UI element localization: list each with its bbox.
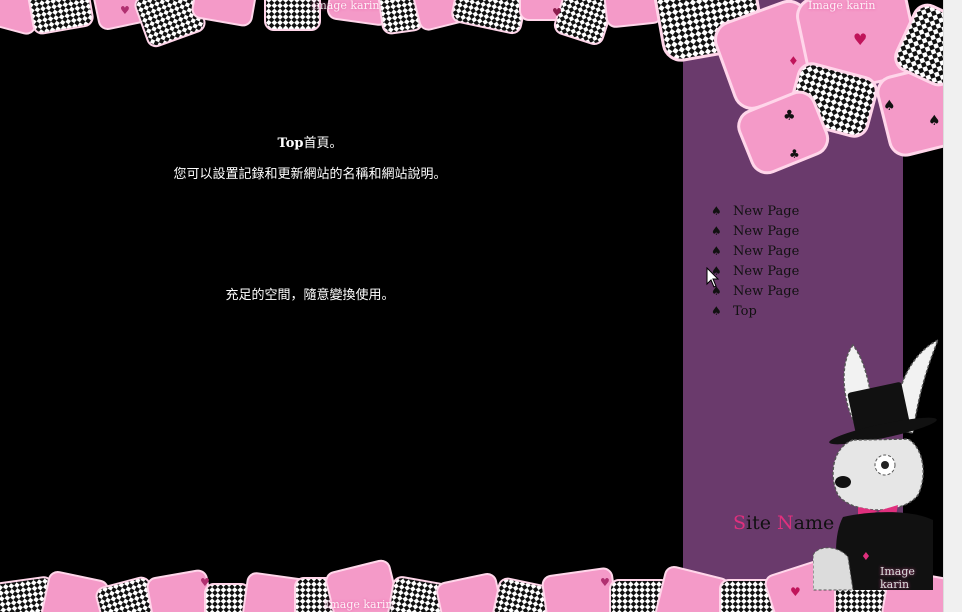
nav-item-new-page[interactable]: ♠ New Page [711, 241, 799, 261]
corner-card-cluster: ♥ ♦ ♠ ♣ ♠ ♣ [653, 0, 943, 175]
nav-item-new-page[interactable]: ♠ New Page [711, 281, 799, 301]
nav-item-label[interactable]: New Page [733, 264, 799, 279]
nav-item-label[interactable]: New Page [733, 224, 799, 239]
nav-item-top[interactable]: ♠ Top [711, 301, 799, 321]
svg-text:♥: ♥ [600, 576, 610, 589]
sidebar-nav: ♠ New Page ♠ New Page ♠ New Page ♠ New Page … [711, 201, 799, 321]
svg-text:♥: ♥ [200, 576, 210, 589]
mouse-cursor-icon [706, 267, 720, 288]
spade-icon: ♠ [711, 304, 722, 318]
rabbit-illustration: ♦ [813, 338, 940, 591]
svg-text:♥: ♥ [790, 585, 801, 599]
free-space-text: 充足的空間，隨意變換使用。 [225, 288, 395, 303]
nav-item-new-page[interactable]: ♠ New Page [711, 221, 799, 241]
svg-text:♦: ♦ [788, 54, 799, 68]
spade-icon: ♠ [711, 204, 722, 218]
nav-item-label[interactable]: New Page [733, 204, 799, 219]
svg-text:♥: ♥ [853, 30, 867, 49]
nav-item-label[interactable]: New Page [733, 244, 799, 259]
image-credit-bottom-center: Image karin [325, 598, 393, 611]
bottom-card-border: ♥ ♥ ♥ [0, 557, 943, 612]
svg-text:♥: ♥ [120, 4, 130, 17]
svg-text:♠: ♠ [928, 113, 941, 129]
nav-item-label[interactable]: Top [733, 304, 757, 319]
nav-item-new-page[interactable]: ♠ New Page [711, 261, 799, 281]
svg-text:♣: ♣ [783, 108, 796, 124]
site-name[interactable]: Site Name [733, 512, 834, 534]
image-credit-top-right: Image karin [808, 0, 876, 12]
nav-item-label[interactable]: New Page [733, 284, 799, 299]
spade-icon: ♠ [711, 224, 722, 238]
vertical-scrollbar[interactable] [943, 0, 962, 612]
svg-text:♣: ♣ [789, 147, 800, 161]
page: ♥ ♥ ♥ ♦ ♠ ♣ ♠ ♣ ♥ ♥ ♥ ♦ Top首頁。 您可以設置記錄和更… [0, 0, 943, 612]
page-title: Top首頁。 [277, 136, 343, 151]
image-credit-bottom-right: Image karin [880, 565, 915, 591]
image-credit-top-center: Image karin [312, 0, 380, 12]
svg-text:♦: ♦ [861, 550, 871, 563]
nav-item-new-page[interactable]: ♠ New Page [711, 201, 799, 221]
svg-text:♥: ♥ [552, 6, 562, 19]
spade-icon: ♠ [711, 244, 722, 258]
svg-text:♠: ♠ [883, 98, 896, 114]
page-description: 您可以設置記錄和更新網站的名稱和網站說明。 [173, 167, 447, 182]
